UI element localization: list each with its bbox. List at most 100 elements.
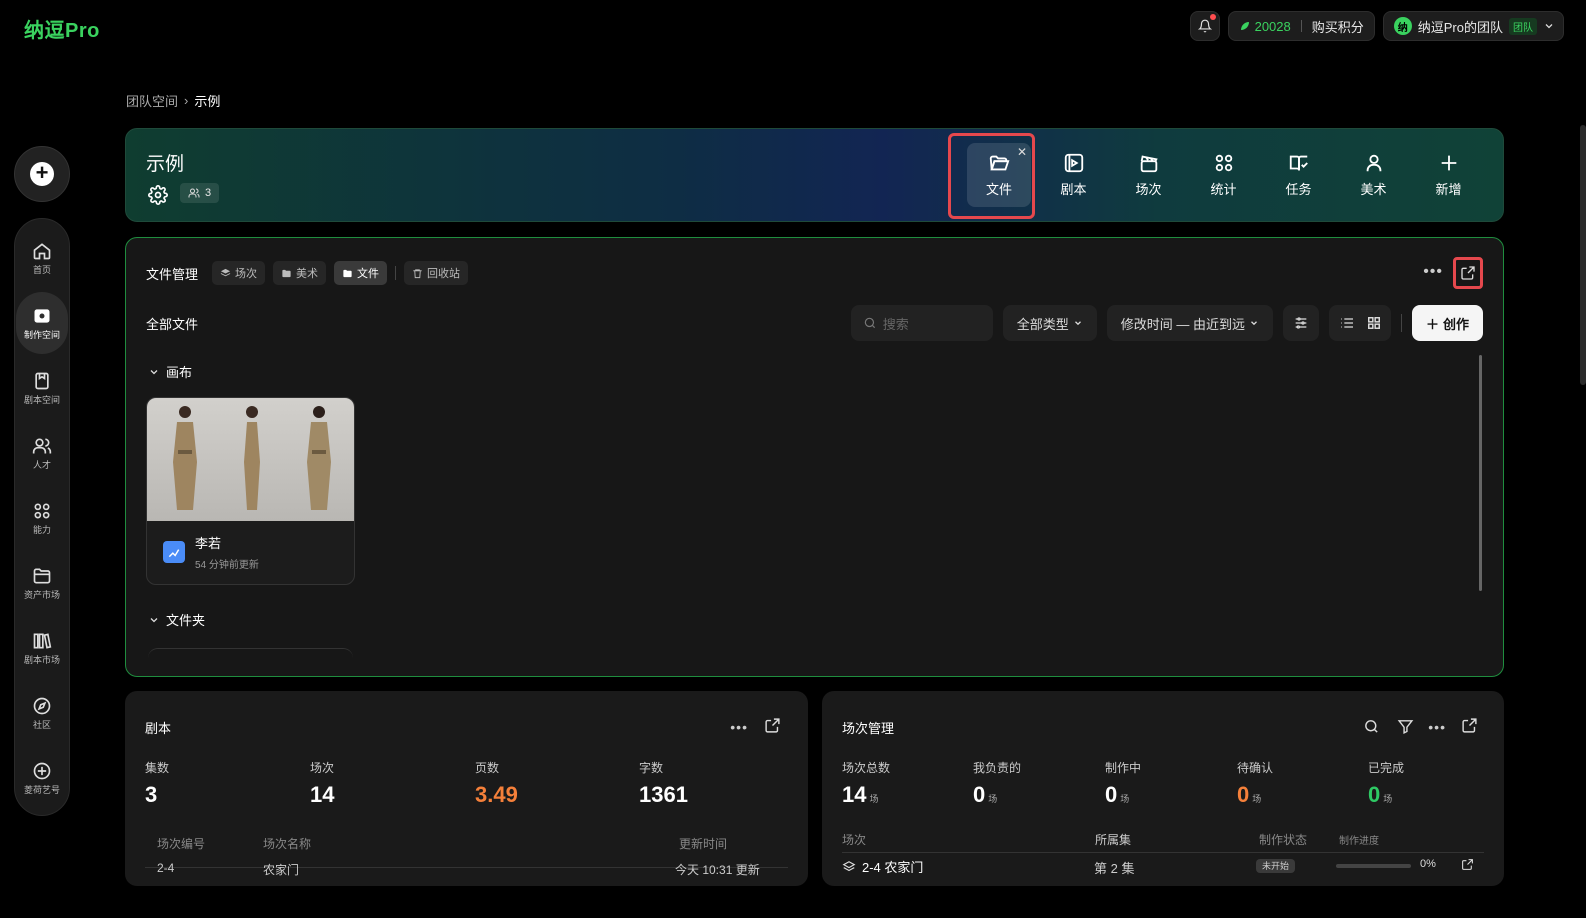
sidebar-item-script-space[interactable]: 剧本空间 bbox=[16, 357, 68, 419]
create-button[interactable]: ＋ 创作 bbox=[1411, 305, 1483, 341]
sidebar-item-studio[interactable]: 制作空间 bbox=[16, 292, 68, 354]
canvas-file-icon bbox=[163, 541, 185, 563]
canvas-card[interactable]: 李若 54 分钟前更新 bbox=[146, 397, 355, 585]
members-badge[interactable]: 3 bbox=[180, 183, 220, 203]
scene-row[interactable]: 2-4 农家门 bbox=[842, 857, 923, 876]
stat-value: 14 bbox=[842, 782, 867, 807]
sliders-icon bbox=[1295, 317, 1307, 329]
sidebar-item-asset-market[interactable]: 资产市场 bbox=[16, 552, 68, 614]
sidebar-item-script-market[interactable]: 剧本市场 bbox=[16, 617, 68, 679]
row-episode: 第 2 集 bbox=[1094, 861, 1135, 876]
project-header: 示例 3 ✕ 文件 剧本 场次 统计 任务 美术 新增 bbox=[125, 128, 1504, 222]
character-figure bbox=[244, 406, 260, 510]
chip-art[interactable]: 美术 bbox=[273, 261, 327, 285]
type-filter-dropdown[interactable]: 全部类型 bbox=[1002, 305, 1097, 341]
row-scene-name[interactable]: 农家门 bbox=[263, 861, 299, 878]
group-folder-header[interactable]: 文件夹 bbox=[148, 610, 205, 629]
gear-icon[interactable] bbox=[148, 185, 168, 205]
column-header: 场次 bbox=[842, 833, 867, 847]
scene-name: 2-4 农家门 bbox=[862, 860, 924, 875]
team-switcher[interactable]: 纳 纳逗Pro的团队 团队 bbox=[1382, 11, 1564, 41]
divider bbox=[842, 852, 1484, 853]
column-header: 制作进度 bbox=[1339, 836, 1379, 847]
leaf-icon bbox=[1240, 22, 1249, 30]
sidebar-item-community[interactable]: 社区 bbox=[16, 682, 68, 744]
sidebar-item-abilities[interactable]: 能力 bbox=[16, 487, 68, 549]
stat-label: 制作中 bbox=[1105, 761, 1142, 775]
chip-scenes[interactable]: 场次 bbox=[212, 261, 266, 285]
tab-tasks[interactable]: 任务 bbox=[1261, 143, 1336, 207]
sidebar-item-label: 剧本空间 bbox=[23, 394, 60, 405]
card-updated-time: 54 分钟前更新 bbox=[195, 560, 259, 571]
view-toggle bbox=[1328, 305, 1391, 341]
clapper-icon bbox=[1140, 155, 1158, 173]
points-widget[interactable]: 20028 购买积分 bbox=[1227, 11, 1375, 41]
external-link-icon[interactable] bbox=[1461, 858, 1474, 871]
stat-unit: 场 bbox=[1120, 794, 1130, 804]
notification-button[interactable] bbox=[1189, 11, 1220, 41]
stat-unit: 场 bbox=[1252, 794, 1262, 804]
sidebar-item-label: 菱荷艺号 bbox=[23, 784, 60, 795]
chip-trash[interactable]: 回收站 bbox=[404, 261, 469, 285]
progress-bar bbox=[1336, 864, 1411, 868]
create-label: 创作 bbox=[1442, 316, 1469, 332]
sidebar-item-label: 社区 bbox=[32, 719, 51, 730]
stat-value: 0 bbox=[1237, 782, 1250, 807]
tab-script[interactable]: 剧本 bbox=[1036, 143, 1111, 207]
folder-card-partial[interactable] bbox=[148, 648, 353, 664]
tab-add[interactable]: 新增 bbox=[1411, 143, 1486, 207]
search-icon bbox=[864, 317, 875, 329]
global-create-button[interactable]: + bbox=[14, 146, 70, 202]
sidebar-item-label: 首页 bbox=[32, 264, 51, 275]
team-tag: 团队 bbox=[1509, 17, 1537, 35]
more-icon[interactable]: ••• bbox=[1423, 263, 1443, 281]
stat-scenes: 场次 14 bbox=[310, 759, 334, 808]
tool-label: 剧本 bbox=[1060, 182, 1087, 197]
stat-value: 0 bbox=[973, 782, 986, 807]
chip-label: 场次 bbox=[235, 268, 258, 280]
window-scrollbar[interactable] bbox=[1580, 125, 1586, 385]
stat-unit: 场 bbox=[869, 794, 879, 804]
more-icon[interactable]: ••• bbox=[730, 719, 748, 735]
stat-words: 字数 1361 bbox=[639, 759, 688, 808]
tab-stats[interactable]: 统计 bbox=[1186, 143, 1261, 207]
chip-files[interactable]: 文件 bbox=[334, 261, 388, 285]
tab-art[interactable]: 美术 bbox=[1336, 143, 1411, 207]
stat-label: 场次总数 bbox=[842, 761, 891, 775]
external-link-icon[interactable] bbox=[764, 717, 781, 734]
stat-label: 场次 bbox=[310, 761, 335, 775]
stat-pages: 页数 3.49 bbox=[475, 759, 518, 808]
chevron-down-icon bbox=[1545, 24, 1553, 29]
external-link-icon[interactable] bbox=[1461, 717, 1478, 734]
breadcrumb-parent[interactable]: 团队空间 bbox=[126, 91, 178, 110]
plus-circle-icon bbox=[33, 762, 51, 779]
sidebar-item-label: 能力 bbox=[32, 524, 51, 535]
grid-view-icon[interactable] bbox=[1367, 316, 1381, 330]
highlight-box bbox=[948, 133, 1035, 219]
type-filter-value: 全部类型 bbox=[1016, 316, 1069, 332]
list-view-icon[interactable] bbox=[1339, 315, 1355, 331]
buy-points-link[interactable]: 购买积分 bbox=[1312, 17, 1364, 36]
more-icon[interactable]: ••• bbox=[1428, 719, 1446, 735]
sidebar-item-home[interactable]: 首页 bbox=[16, 227, 68, 289]
search-icon[interactable] bbox=[1363, 718, 1380, 735]
stat-completed: 已完成 0场 bbox=[1368, 759, 1404, 808]
sort-dropdown[interactable]: 修改时间 — 由近到远 bbox=[1106, 305, 1273, 341]
tab-scenes[interactable]: 场次 bbox=[1111, 143, 1186, 207]
app-logo[interactable]: 纳逗Pro bbox=[24, 14, 100, 43]
open-external-button[interactable] bbox=[1453, 257, 1483, 289]
search-input[interactable]: 搜索 bbox=[850, 305, 993, 341]
column-header: 所属集 bbox=[1095, 833, 1132, 847]
stat-mine: 我负责的 0场 bbox=[973, 759, 1021, 808]
points-value: 20028 bbox=[1254, 18, 1291, 34]
filter-settings-button[interactable] bbox=[1282, 305, 1319, 341]
sidebar-item-account[interactable]: 菱荷艺号 bbox=[16, 747, 68, 809]
scrollbar[interactable] bbox=[1479, 355, 1482, 591]
card-title: 李若 bbox=[195, 536, 222, 551]
sidebar-item-talent[interactable]: 人才 bbox=[16, 422, 68, 484]
stat-value: 14 bbox=[310, 782, 335, 807]
group-canvas-header[interactable]: 画布 bbox=[148, 362, 192, 381]
filter-icon[interactable] bbox=[1397, 718, 1414, 735]
group-label: 文件夹 bbox=[166, 613, 206, 628]
row-scene-no[interactable]: 2-4 bbox=[157, 861, 174, 875]
